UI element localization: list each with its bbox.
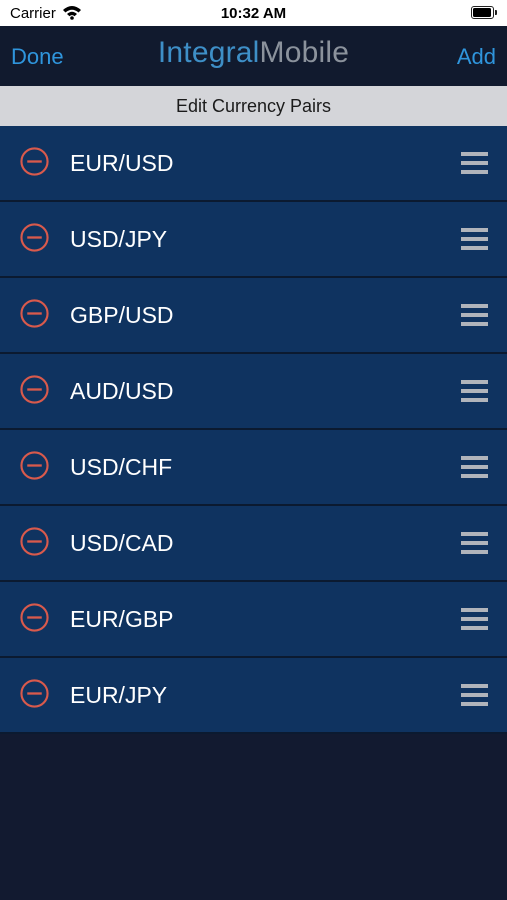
pair-label: USD/CAD [70, 530, 174, 556]
minus-circle-icon[interactable] [20, 451, 49, 480]
section-header: Edit Currency Pairs [0, 86, 507, 126]
reorder-handle-icon[interactable] [461, 304, 488, 326]
pair-label: USD/CHF [70, 454, 173, 480]
minus-circle-icon[interactable] [20, 299, 49, 328]
list-item: USD/CAD [0, 506, 507, 582]
minus-circle-icon[interactable] [20, 527, 49, 556]
list-item: EUR/USD [0, 126, 507, 202]
minus-circle-icon[interactable] [20, 375, 49, 404]
reorder-handle-icon[interactable] [461, 380, 488, 402]
list-item: EUR/GBP [0, 582, 507, 658]
navigation-bar: Done IntegralMobile Add [0, 26, 507, 86]
pair-label: EUR/JPY [70, 682, 168, 708]
pair-label: EUR/USD [70, 150, 174, 176]
reorder-handle-icon[interactable] [461, 456, 488, 478]
pair-label: AUD/USD [70, 378, 174, 404]
logo-mobile: Mobile [259, 36, 350, 69]
pair-label: GBP/USD [70, 302, 174, 328]
reorder-handle-icon[interactable] [461, 608, 488, 630]
minus-circle-icon[interactable] [20, 603, 49, 632]
list-item: GBP/USD [0, 278, 507, 354]
app-logo: IntegralMobile [0, 36, 507, 70]
minus-circle-icon[interactable] [20, 147, 49, 176]
pair-label: USD/JPY [70, 226, 168, 252]
list-item: AUD/USD [0, 354, 507, 430]
add-button[interactable]: Add [457, 44, 496, 70]
status-time: 10:32 AM [220, 5, 287, 22]
pair-label: EUR/GBP [70, 606, 174, 632]
status-bar: Carrier 10:32 AM [0, 0, 507, 26]
minus-circle-icon[interactable] [20, 679, 49, 708]
reorder-handle-icon[interactable] [461, 228, 488, 250]
logo-integral: Integral [157, 36, 260, 69]
battery-icon [471, 6, 497, 19]
reorder-handle-icon[interactable] [461, 152, 488, 174]
list-item: USD/JPY [0, 202, 507, 278]
reorder-handle-icon[interactable] [461, 684, 488, 706]
minus-circle-icon[interactable] [20, 223, 49, 252]
reorder-handle-icon[interactable] [461, 532, 488, 554]
currency-pair-list: EUR/USD USD/JPY GBP/USD AUD/USD USD/CHF … [0, 126, 507, 734]
list-item: USD/CHF [0, 430, 507, 506]
list-item: EUR/JPY [0, 658, 507, 734]
